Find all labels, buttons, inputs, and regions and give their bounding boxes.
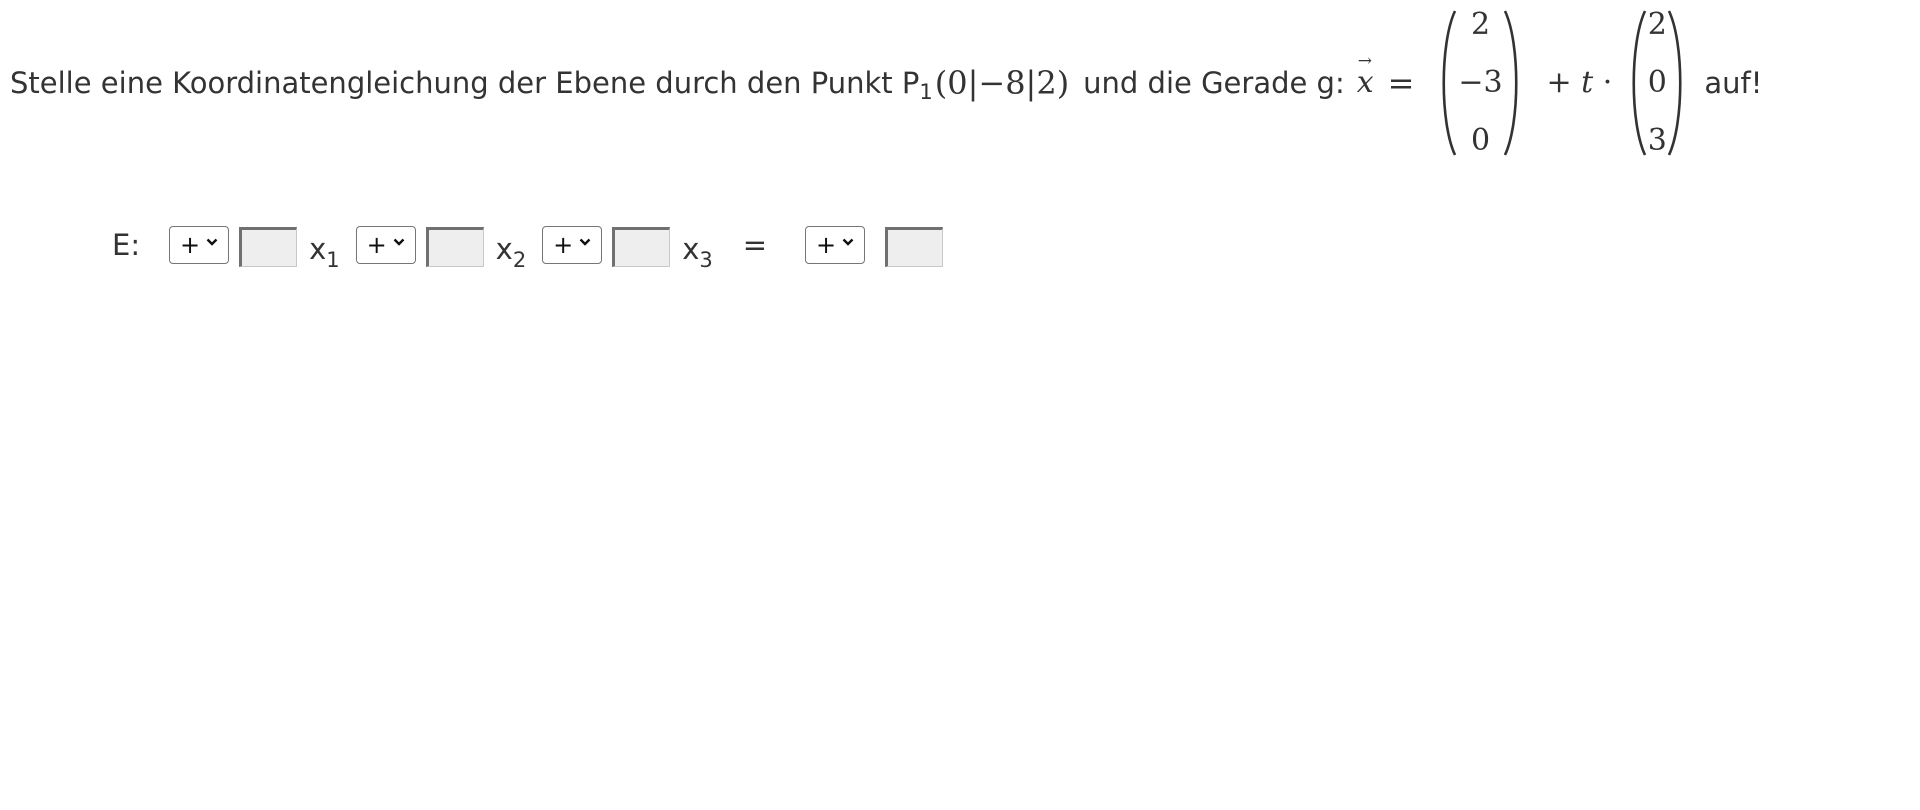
support-vector-x2: −3	[1458, 64, 1503, 100]
sign-select-x3[interactable]: +	[542, 226, 603, 264]
question-end: auf!	[1704, 65, 1763, 100]
point-subscript: 1	[919, 79, 933, 104]
direction-vector-x2: 0	[1647, 64, 1667, 100]
question-middle: und die Gerade g:	[1083, 65, 1345, 100]
variable-name: x	[682, 232, 700, 266]
constant-input[interactable]	[885, 227, 944, 267]
question-text: Stelle eine Koordinatengleichung der Ebe…	[10, 0, 1762, 165]
variable-subscript: 1	[326, 248, 340, 272]
sign-select-x1[interactable]: +	[169, 226, 230, 264]
sign-select-value: +	[553, 231, 574, 259]
coefficient-input-x3[interactable]	[612, 227, 671, 267]
variable-name: x	[309, 232, 327, 266]
coefficient-input-x2[interactable]	[425, 227, 484, 267]
vector-x: → x	[1357, 51, 1374, 100]
plane-equation-form: E: + x1 + x2 + x3 = +	[112, 220, 944, 272]
parameter-t: t	[1581, 65, 1594, 100]
direction-vector-x3: 3	[1647, 122, 1667, 158]
chevron-down-icon	[393, 238, 405, 246]
right-parenthesis	[1668, 9, 1682, 156]
right-parenthesis	[1504, 9, 1518, 156]
variable-subscript: 2	[512, 248, 527, 272]
variable-x2: x2	[495, 232, 527, 272]
direction-vector: 2 0 3	[1626, 6, 1688, 158]
chevron-down-icon	[206, 238, 218, 246]
chevron-down-icon	[842, 238, 854, 246]
multiply-dot: ·	[1602, 65, 1613, 100]
coefficient-input-x1[interactable]	[239, 227, 298, 267]
equals-sign: =	[742, 228, 768, 262]
left-parenthesis	[1443, 9, 1457, 156]
plus-sign: +	[1546, 65, 1572, 100]
sign-select-value: +	[180, 231, 201, 259]
support-vector-x3: 0	[1470, 122, 1491, 158]
left-parenthesis	[1632, 9, 1647, 156]
chevron-down-icon	[579, 238, 591, 246]
line-equals-sign: =	[1387, 63, 1415, 102]
question-intro: Stelle eine Koordinatengleichung der Ebe…	[10, 65, 920, 100]
point-coordinates: (0|−8|2)	[934, 63, 1070, 102]
sign-select-x2[interactable]: +	[355, 226, 416, 264]
direction-vector-x1: 2	[1647, 6, 1667, 42]
variable-x3: x3	[682, 232, 713, 272]
plane-label: E:	[112, 228, 141, 262]
vector-arrow: →	[1357, 51, 1372, 71]
support-vector: 2 −3 0	[1436, 6, 1524, 158]
sign-select-value: +	[366, 231, 387, 259]
variable-subscript: 3	[699, 248, 713, 272]
variable-name: x	[495, 232, 513, 266]
support-vector-x1: 2	[1470, 6, 1491, 42]
variable-x1: x1	[309, 232, 340, 272]
plus-t-term: + t ·	[1546, 65, 1612, 100]
sign-select-value: +	[815, 231, 837, 259]
sign-select-constant[interactable]: +	[805, 226, 866, 264]
